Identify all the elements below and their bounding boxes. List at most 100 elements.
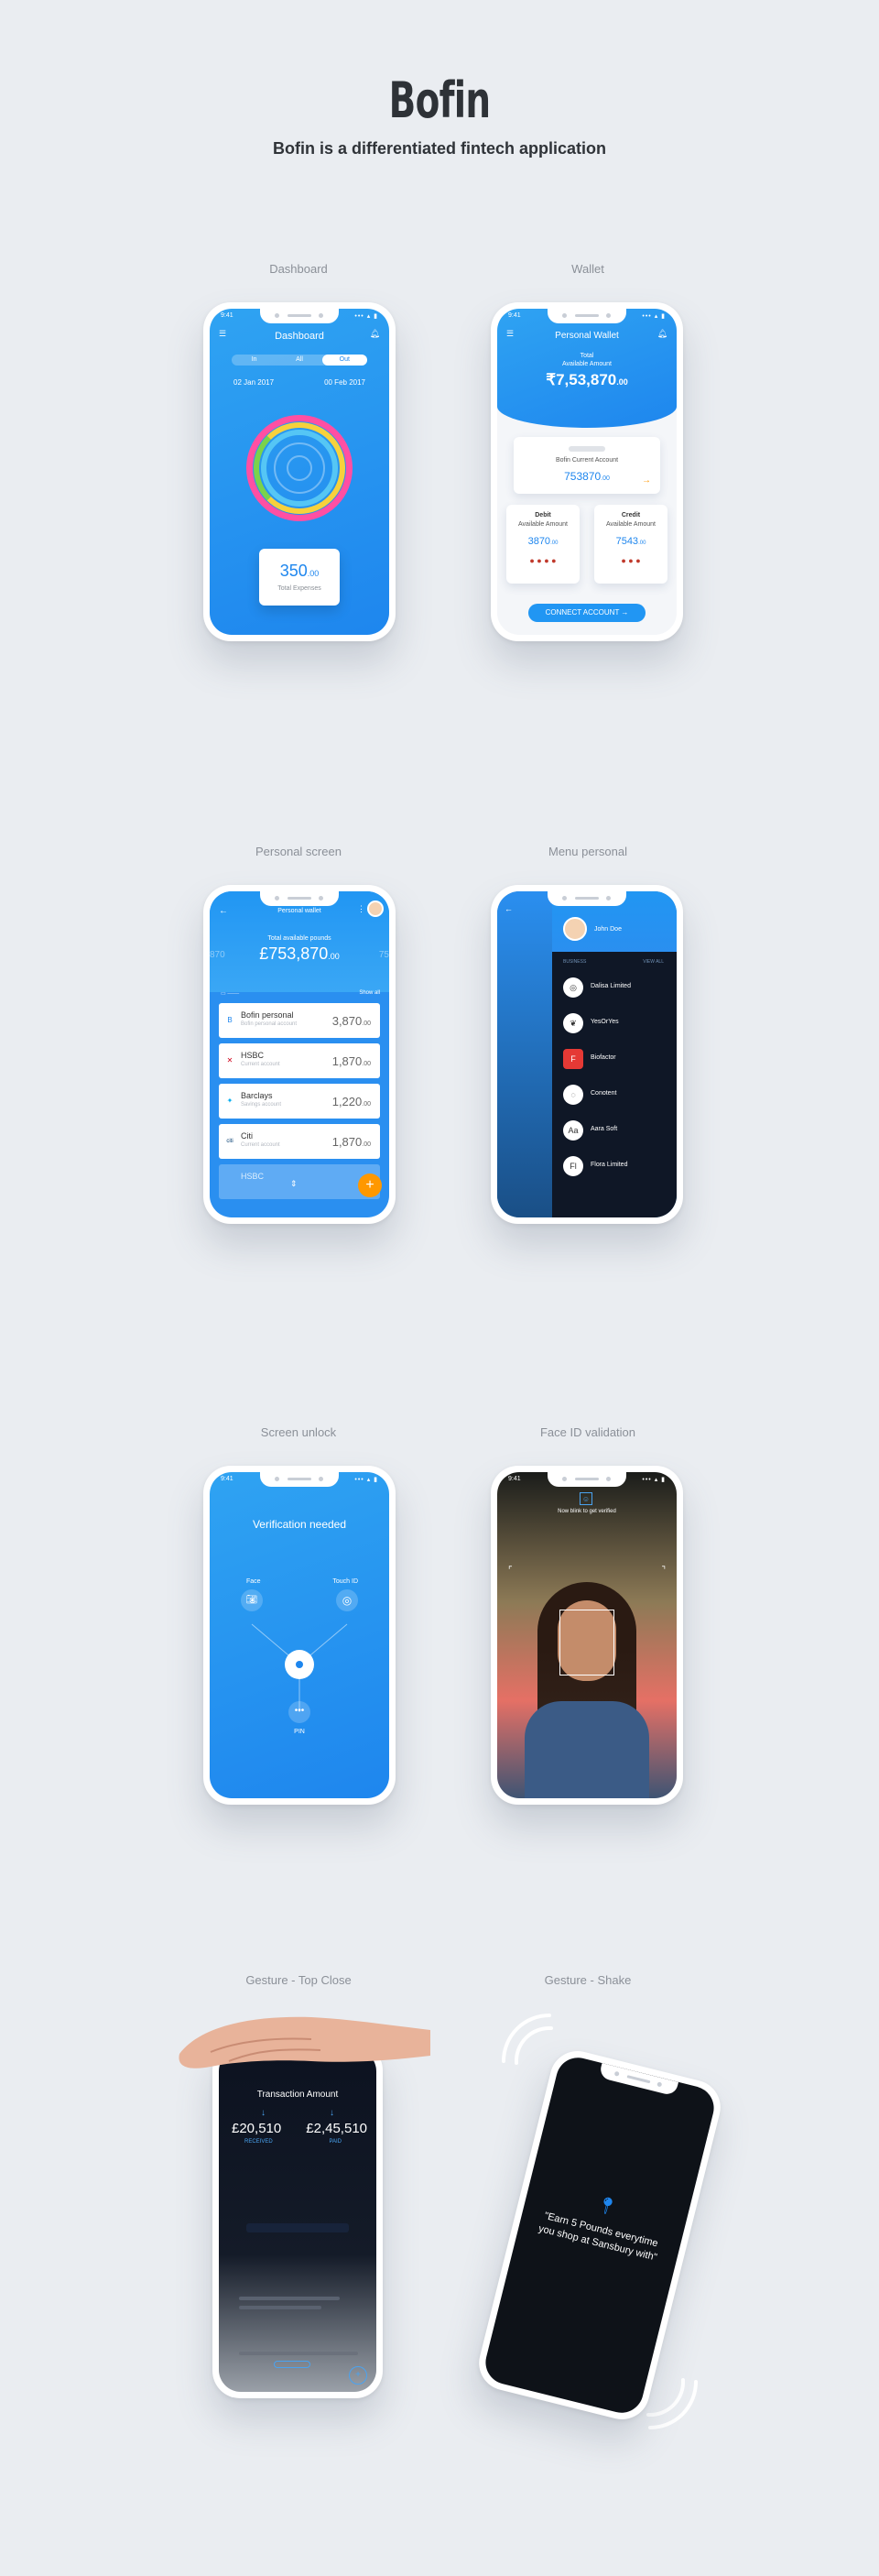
signal-icon: ••• ▴ ▮ (354, 313, 378, 320)
wallet-total: 7,53,870 (556, 371, 617, 388)
debit-dec: .00 (550, 540, 559, 546)
more-vertical-icon[interactable]: ⋮ (357, 904, 365, 914)
expense-card[interactable]: 350.00 Total Expenses (259, 549, 340, 606)
dashboard-title: Dashboard (275, 331, 324, 342)
debit-title: Debit (535, 512, 551, 518)
status-time: 9:41 (221, 1476, 233, 1482)
credit-dec: .00 (638, 540, 646, 546)
phone-gesture-shake: 📍︎ "Earn 5 Pounds everytime you shop at … (472, 2045, 727, 2426)
tab-all[interactable]: All (277, 355, 321, 366)
account-row[interactable]: B Bofin personal Bofin personal account 3,8… (219, 1003, 380, 1038)
avatar[interactable] (367, 901, 384, 917)
caption-personal: Personal screen (255, 845, 342, 858)
bofin-logo-icon: B (227, 1016, 233, 1024)
current-account-card[interactable]: Bofin Current Account 753870.00 → (514, 437, 660, 494)
add-button[interactable]: + (358, 1173, 382, 1197)
menu-item[interactable]: ◌ Conotent (552, 1081, 677, 1108)
tab-in[interactable]: In (232, 355, 277, 366)
available-label: Available Amount (562, 361, 612, 367)
account-row[interactable]: ✦ Barclays Savings account 1,220.00 (219, 1084, 380, 1119)
account-dec: .00 (362, 1141, 371, 1148)
status-time: 9:41 (221, 312, 233, 319)
total-pounds-label: Total available pounds (267, 935, 331, 942)
account-dec: .00 (362, 1021, 371, 1027)
account-name: HSBC (241, 1172, 265, 1181)
arrow-right-icon[interactable]: → (642, 475, 651, 486)
phone-gesture-top: Transaction Amount ↓ ↓ £20,510 £2,45,510… (212, 2043, 383, 2398)
notch (548, 309, 626, 323)
menu-item-label: YesOrYes (591, 1019, 619, 1025)
signal-icon: ••• ▴ ▮ (642, 1477, 666, 1483)
placeholder-button[interactable] (274, 2361, 310, 2368)
phone-dashboard: 9:41 ••• ▴ ▮ ☰ 🔔︎ Dashboard In All Out 02… (203, 302, 396, 641)
account-name: Citi (241, 1131, 253, 1141)
account-dec: .00 (601, 475, 610, 482)
avatar[interactable] (563, 917, 587, 941)
expense-label: Total Expenses (277, 585, 321, 592)
user-name: John Doe (594, 926, 622, 933)
hand-icon (179, 2016, 430, 2068)
account-dec: .00 (362, 1061, 371, 1067)
bank-logos-icon: ● ● ● ● (529, 556, 557, 565)
menu-item[interactable]: ◎ Dalisa Limited (552, 974, 677, 1001)
account-row[interactable]: citi Citi Current account 1,870.00 (219, 1124, 380, 1159)
company-logo-icon: Aa (563, 1120, 583, 1141)
account-sub: Current account (241, 1142, 280, 1148)
fingerprint-icon[interactable]: ◎ (336, 1589, 358, 1611)
citi-logo-icon: citi (226, 1139, 233, 1144)
wallet-title: Personal Wallet (555, 331, 619, 341)
right-peek: 75 (378, 950, 389, 960)
phone-faceid: 9:41 ••• ▴ ▮ ☺ Now blink to get verified … (491, 1466, 683, 1805)
placeholder-line (239, 2306, 321, 2309)
chevron-updown-icon[interactable]: ⇕ (290, 1179, 298, 1189)
signal-icon: ••• ▴ ▮ (354, 1477, 378, 1483)
unlock-center-button[interactable] (285, 1650, 314, 1679)
credit-amount: 7543 (615, 536, 639, 547)
add-circle-icon[interactable]: + (349, 2366, 367, 2385)
back-arrow-icon[interactable]: ← (505, 904, 513, 913)
pin-dots-icon[interactable]: ••• (288, 1701, 310, 1723)
to-date[interactable]: 00 Feb 2017 (324, 378, 365, 387)
pin-label: PIN (294, 1729, 305, 1735)
paid-label: PAID (329, 2139, 342, 2145)
debit-card[interactable]: Debit Available Amount 3870.00 ● ● ● ● (506, 505, 580, 584)
menu-item[interactable]: F Biofactor (552, 1045, 677, 1073)
account-row[interactable]: ✕ HSBC Current account 1,870.00 (219, 1043, 380, 1078)
notch (548, 891, 626, 906)
menu-item[interactable]: Fl Flora Limited (552, 1152, 677, 1180)
caption-menu: Menu personal (548, 845, 627, 858)
face-frame (559, 1610, 614, 1675)
menu-item[interactable]: Aa Aara Soft (552, 1117, 677, 1144)
show-all-link[interactable]: Show all (359, 990, 380, 996)
person-shirt (525, 1701, 649, 1798)
connect-account-button[interactable]: CONNECT ACCOUNT → (528, 604, 646, 622)
notch (598, 2063, 678, 2097)
corner-marker: ⌝ (661, 1566, 666, 1576)
menu-item[interactable]: ❦ YesOrYes (552, 1010, 677, 1037)
menu-item-label: Dalisa Limited (591, 983, 631, 989)
from-date[interactable]: 02 Jan 2017 (233, 378, 274, 387)
touch-id-label: Touch ID (332, 1578, 358, 1585)
account-sub: Current account (241, 1062, 280, 1067)
company-logo-icon: Fl (563, 1156, 583, 1176)
placeholder-bar (246, 2223, 349, 2232)
blurred-account-number (569, 446, 605, 452)
menu-screen: ← John Doe BUSINESS VIEW ALL ◎ Dalisa Lim… (497, 891, 677, 1217)
company-logo-icon: ◎ (563, 977, 583, 998)
credit-card[interactable]: Credit Available Amount 7543.00 ● ● ● (594, 505, 667, 584)
camera-icon[interactable]: 📷︎ (241, 1589, 263, 1611)
filter-icon[interactable]: ▭ ─── (221, 990, 239, 997)
phone-wallet: 9:41 ••• ▴ ▮ ☰ 🔔︎ Personal Wallet Total A… (491, 302, 683, 641)
view-all-link[interactable]: VIEW ALL (643, 959, 664, 965)
company-logo-icon: F (563, 1049, 583, 1069)
notch (260, 309, 339, 323)
notch (548, 1472, 626, 1487)
blink-hint: Now blink to get verified (558, 1509, 616, 1514)
tab-out[interactable]: Out (321, 355, 367, 366)
account-amount: 1,220 (331, 1095, 363, 1108)
gesture-top-screen: Transaction Amount ↓ ↓ £20,510 £2,45,510… (219, 2049, 376, 2392)
gesture-shake-screen: 📍︎ "Earn 5 Pounds everytime you shop at … (481, 2053, 719, 2418)
dimmed-background (497, 891, 552, 1217)
notch (260, 1472, 339, 1487)
debit-amount: 3870 (527, 536, 551, 547)
